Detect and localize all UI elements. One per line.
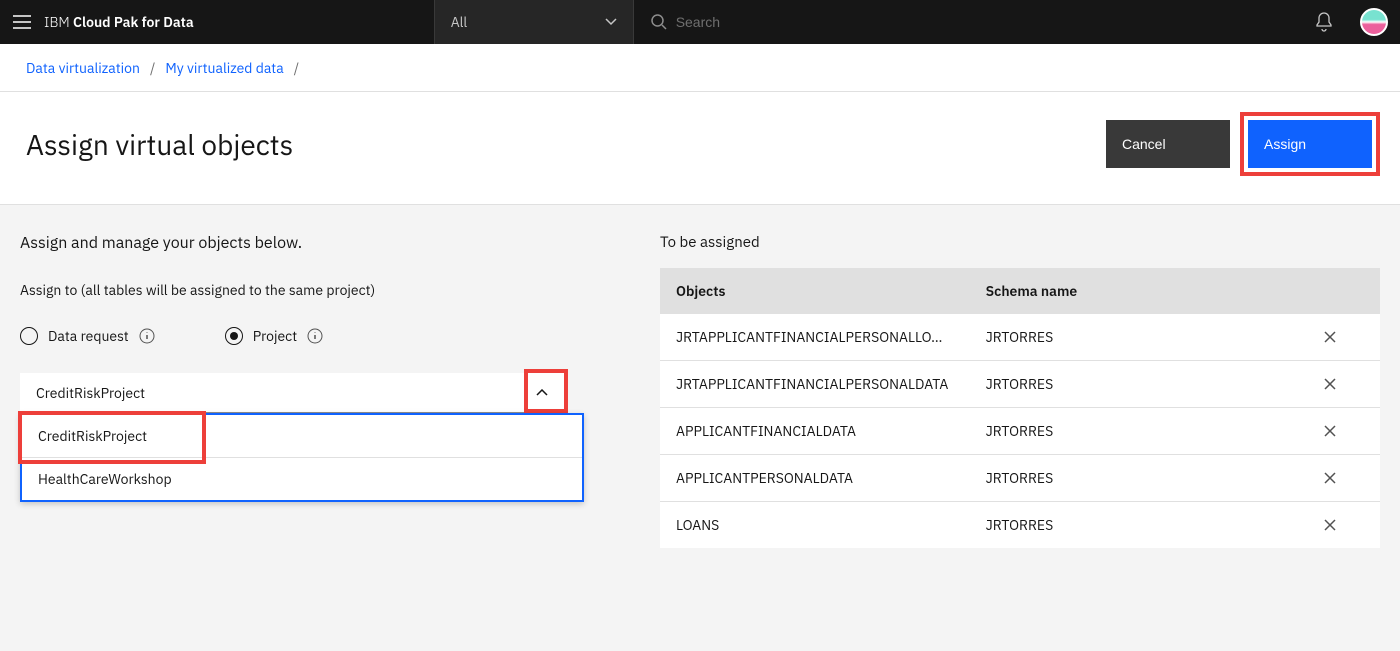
scope-label: All xyxy=(451,13,468,31)
body: Assign and manage your objects below. As… xyxy=(0,205,1400,651)
brand-prefix: IBM xyxy=(44,13,73,31)
radio-row: Data request Project xyxy=(20,327,620,345)
chevron-up-icon xyxy=(536,389,548,397)
assign-to-label: Assign to (all tables will be assigned t… xyxy=(20,281,620,299)
objects-table: Objects Schema name JRTAPPLICANTFINANCIA… xyxy=(660,268,1380,548)
project-dropdown-menu: CreditRiskProject HealthCareWorkshop xyxy=(20,413,584,502)
cell-schema: JRTORRES xyxy=(970,361,1280,408)
left-column: Assign and manage your objects below. As… xyxy=(20,233,620,623)
close-icon xyxy=(1324,519,1336,531)
avatar[interactable] xyxy=(1360,8,1388,36)
close-icon xyxy=(1324,472,1336,484)
header-right xyxy=(1300,0,1400,44)
table-row: APPLICANTFINANCIALDATAJRTORRES xyxy=(660,408,1380,455)
info-icon[interactable] xyxy=(307,328,323,344)
table-row: APPLICANTPERSONALDATAJRTORRES xyxy=(660,455,1380,502)
table-header-row: Objects Schema name xyxy=(660,268,1380,314)
breadcrumb-link-dv[interactable]: Data virtualization xyxy=(26,59,140,77)
cell-schema: JRTORRES xyxy=(970,408,1280,455)
remove-button[interactable] xyxy=(1295,331,1364,343)
top-header: IBM Cloud Pak for Data All xyxy=(0,0,1400,44)
search-input[interactable] xyxy=(676,14,876,30)
notifications-button[interactable] xyxy=(1300,0,1348,44)
cell-schema: JRTORRES xyxy=(970,455,1280,502)
breadcrumb-link-mvd[interactable]: My virtualized data xyxy=(165,59,283,77)
col-header-schema: Schema name xyxy=(970,268,1280,314)
project-dropdown[interactable]: CreditRiskProject xyxy=(20,373,564,413)
bell-icon xyxy=(1315,12,1333,32)
instruction-text: Assign and manage your objects below. xyxy=(20,233,620,253)
col-header-objects: Objects xyxy=(660,268,970,314)
cell-object: JRTAPPLICANTFINANCIALPERSONALDATA xyxy=(660,361,970,408)
radio-label: Data request xyxy=(48,327,129,345)
cancel-button[interactable]: Cancel xyxy=(1106,120,1230,168)
radio-label: Project xyxy=(253,327,297,345)
dropdown-option-healthcare[interactable]: HealthCareWorkshop xyxy=(22,458,582,500)
radio-dot xyxy=(230,332,238,340)
hamburger-icon xyxy=(13,15,31,29)
dropdown-selected-label: CreditRiskProject xyxy=(36,384,145,402)
brand: IBM Cloud Pak for Data xyxy=(44,13,214,31)
table-row: JRTAPPLICANTFINANCIALPERSONALLO…JRTORRES xyxy=(660,314,1380,361)
remove-button[interactable] xyxy=(1295,519,1364,531)
close-icon xyxy=(1324,425,1336,437)
cell-schema: JRTORRES xyxy=(970,502,1280,549)
hamburger-menu[interactable] xyxy=(0,0,44,44)
breadcrumb-sep: / xyxy=(294,59,299,77)
radio-circle xyxy=(225,327,243,345)
breadcrumb: Data virtualization / My virtualized dat… xyxy=(0,44,1400,92)
right-column: To be assigned Objects Schema name JRTAP… xyxy=(660,233,1380,623)
scope-dropdown[interactable]: All xyxy=(434,0,634,44)
search-area xyxy=(634,0,1300,44)
info-icon[interactable] xyxy=(139,328,155,344)
assign-highlight: Assign xyxy=(1240,112,1380,176)
cell-object: LOANS xyxy=(660,502,970,549)
cell-object: APPLICANTFINANCIALDATA xyxy=(660,408,970,455)
remove-button[interactable] xyxy=(1295,378,1364,390)
breadcrumb-sep: / xyxy=(150,59,155,77)
close-icon xyxy=(1324,378,1336,390)
cell-object: APPLICANTPERSONALDATA xyxy=(660,455,970,502)
col-header-action xyxy=(1279,268,1380,314)
chevron-down-icon xyxy=(605,18,617,26)
brand-bold: Cloud Pak for Data xyxy=(73,13,194,31)
cell-object: JRTAPPLICANTFINANCIALPERSONALLO… xyxy=(660,314,970,361)
remove-button[interactable] xyxy=(1295,472,1364,484)
assign-button[interactable]: Assign xyxy=(1248,120,1372,168)
close-icon xyxy=(1324,331,1336,343)
page-head: Assign virtual objects Cancel Assign xyxy=(0,92,1400,205)
radio-data-request[interactable]: Data request xyxy=(20,327,155,345)
search-icon xyxy=(650,13,668,31)
radio-project[interactable]: Project xyxy=(225,327,323,345)
project-dropdown-wrap: CreditRiskProject CreditRiskProject Heal… xyxy=(20,373,564,413)
remove-button[interactable] xyxy=(1295,425,1364,437)
page-title: Assign virtual objects xyxy=(26,126,293,163)
cell-schema: JRTORRES xyxy=(970,314,1280,361)
action-buttons: Cancel Assign xyxy=(1106,112,1380,176)
brand-text: IBM Cloud Pak for Data xyxy=(44,13,194,31)
radio-circle xyxy=(20,327,38,345)
dropdown-option-creditrisk[interactable]: CreditRiskProject xyxy=(22,415,582,458)
to-be-assigned-title: To be assigned xyxy=(660,233,1380,252)
table-row: LOANSJRTORRES xyxy=(660,502,1380,549)
table-row: JRTAPPLICANTFINANCIALPERSONALDATAJRTORRE… xyxy=(660,361,1380,408)
